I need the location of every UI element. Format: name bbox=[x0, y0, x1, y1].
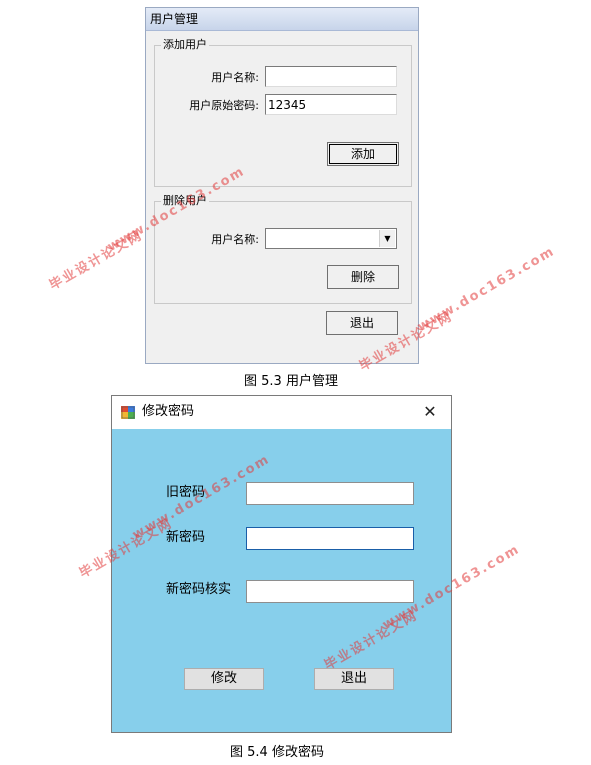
watermark-text: www.doc163.com bbox=[415, 243, 558, 335]
close-icon[interactable]: ✕ bbox=[419, 401, 441, 423]
add-username-input[interactable] bbox=[265, 66, 397, 87]
initial-password-input[interactable] bbox=[265, 94, 397, 115]
new-password-input[interactable] bbox=[246, 527, 414, 550]
user-management-window: 用户管理 添加用户 用户名称: 用户原始密码: 添加 删除用户 用户名称: ▼ … bbox=[145, 7, 419, 364]
change-password-window: 修改密码 ✕ 旧密码 新密码 新密码核实 修改 退出 bbox=[111, 395, 452, 733]
old-password-input[interactable] bbox=[246, 482, 414, 505]
delete-button[interactable]: 删除 bbox=[327, 265, 399, 289]
confirm-password-label: 新密码核实 bbox=[166, 582, 232, 597]
add-user-group: 添加用户 用户名称: 用户原始密码: 添加 bbox=[154, 38, 412, 187]
chevron-down-icon[interactable]: ▼ bbox=[379, 230, 395, 247]
figure-caption-5-3: 图 5.3 用户管理 bbox=[244, 374, 338, 389]
window-title: 修改密码 bbox=[142, 404, 195, 419]
new-password-label: 新密码 bbox=[166, 530, 206, 545]
window-titlebar: 修改密码 ✕ bbox=[112, 396, 451, 429]
exit-button[interactable]: 退出 bbox=[326, 311, 398, 335]
app-icon bbox=[121, 406, 135, 419]
delete-username-dropdown[interactable]: ▼ bbox=[265, 228, 397, 249]
figure-caption-5-4: 图 5.4 修改密码 bbox=[230, 745, 324, 760]
window-title: 用户管理 bbox=[146, 8, 418, 31]
username-label: 用户名称: bbox=[211, 71, 259, 84]
add-user-legend: 添加用户 bbox=[161, 38, 209, 52]
confirm-password-input[interactable] bbox=[246, 580, 414, 603]
password-label: 用户原始密码: bbox=[189, 99, 259, 112]
modify-button[interactable]: 修改 bbox=[184, 668, 264, 690]
delete-user-group: 删除用户 用户名称: ▼ 删除 bbox=[154, 194, 412, 304]
delete-username-label: 用户名称: bbox=[211, 233, 259, 246]
add-button[interactable]: 添加 bbox=[327, 142, 399, 166]
exit-button[interactable]: 退出 bbox=[314, 668, 394, 690]
